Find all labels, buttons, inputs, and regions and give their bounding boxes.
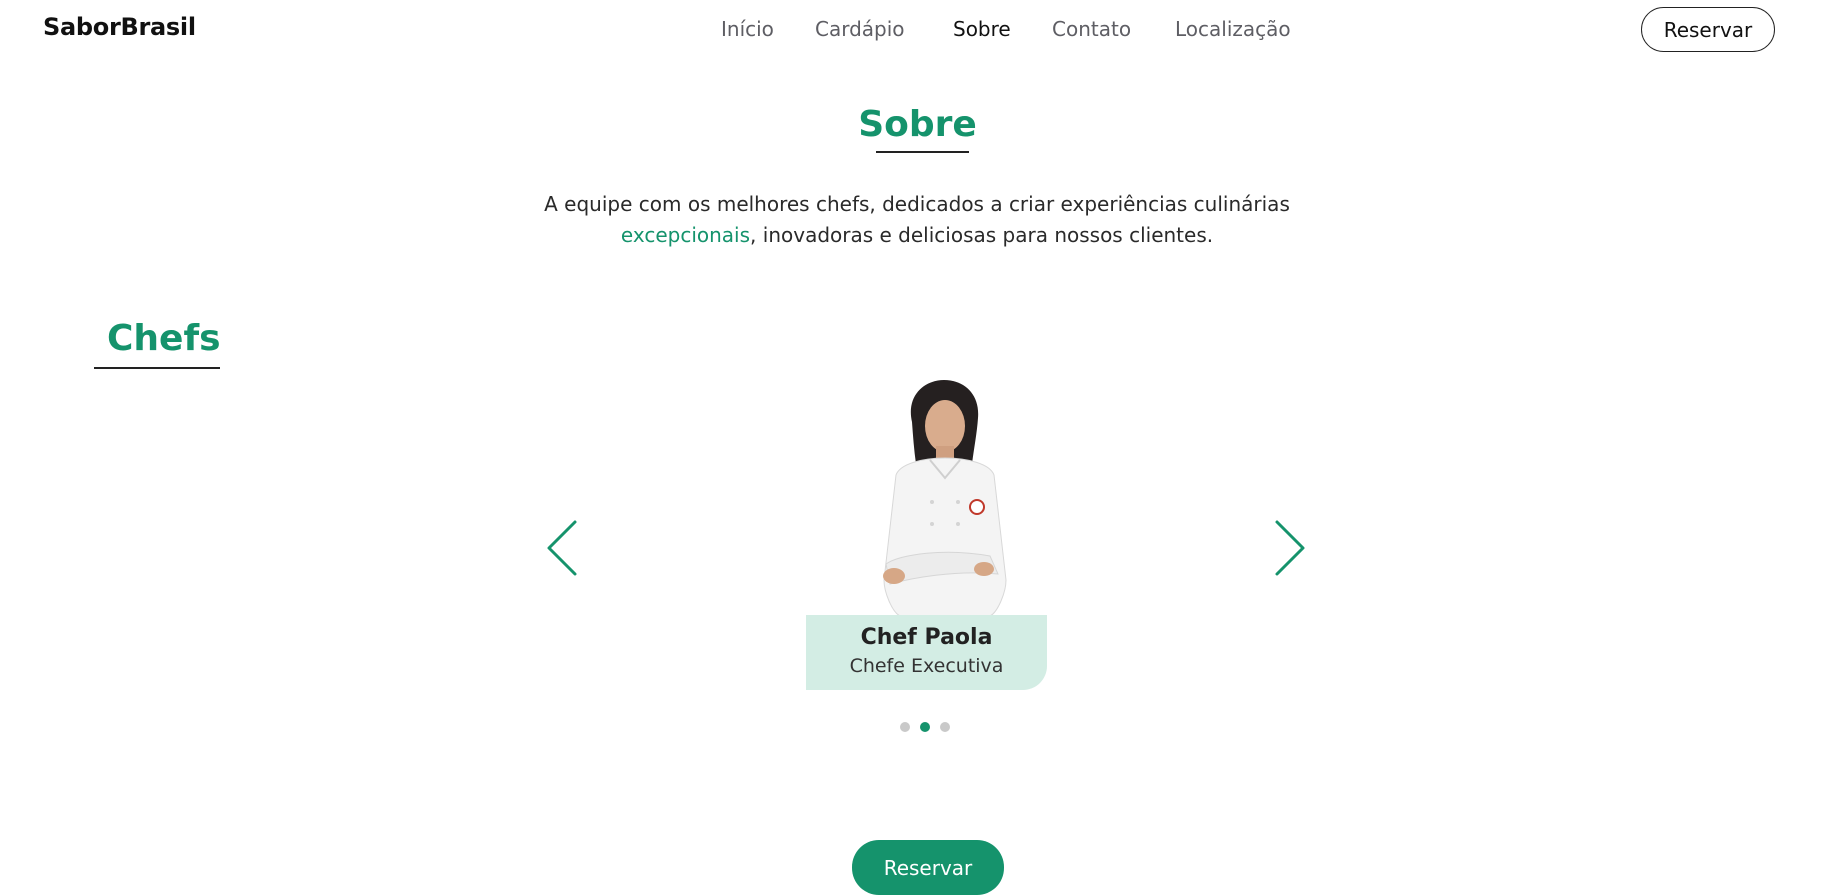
about-text-start: A equipe com os melhores chefs, dedicado… (544, 192, 1290, 216)
chefs-underline (94, 367, 220, 369)
header-reserve-button[interactable]: Reservar (1641, 7, 1775, 52)
nav-item-contato[interactable]: Contato (1052, 17, 1131, 41)
chef-card: Chef Paola Chefe Executiva (806, 615, 1047, 690)
section-title-sobre: Sobre (858, 104, 977, 145)
chef-name: Chef Paola (860, 625, 993, 650)
about-text-end: , inovadoras e deliciosas para nossos cl… (750, 223, 1214, 247)
carousel-dot-1[interactable] (900, 722, 910, 732)
about-description: A equipe com os melhores chefs, dedicado… (517, 189, 1317, 251)
nav-item-sobre[interactable]: Sobre (953, 17, 1011, 41)
carousel-dots (900, 722, 950, 732)
carousel-dot-3[interactable] (940, 722, 950, 732)
chevron-right-icon (1275, 520, 1305, 576)
section-title-chefs: Chefs (107, 318, 221, 359)
carousel-dot-2[interactable] (920, 722, 930, 732)
chef-photo (850, 378, 1020, 617)
chef-role: Chefe Executiva (849, 655, 1004, 677)
nav-item-cardapio[interactable]: Cardápio (815, 17, 905, 41)
nav-item-inicio[interactable]: Início (721, 17, 774, 41)
carousel-next-button[interactable] (1269, 518, 1309, 578)
sobre-underline (876, 151, 969, 153)
reserve-button[interactable]: Reservar (852, 840, 1004, 895)
about-text-accent: excepcionais (620, 223, 751, 247)
brand-logo[interactable]: SaborBrasil (43, 13, 196, 41)
nav-item-localizacao[interactable]: Localização (1175, 17, 1291, 41)
chevron-left-icon (547, 520, 577, 576)
carousel-prev-button[interactable] (543, 518, 583, 578)
